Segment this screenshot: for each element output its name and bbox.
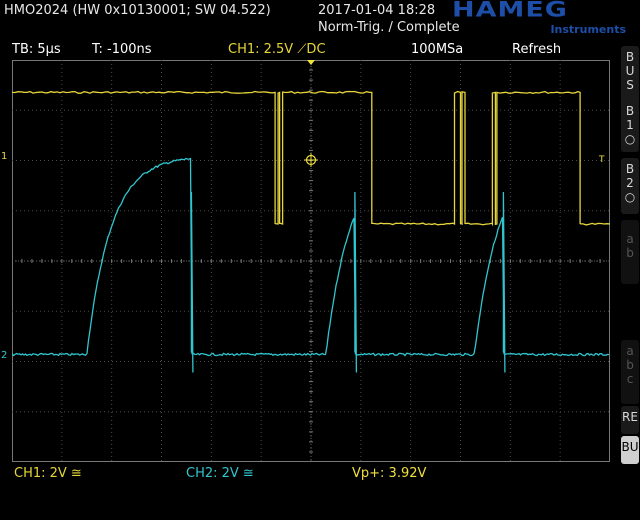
acquire-mode-readout[interactable]: Refresh [512, 42, 561, 57]
softkey-bus[interactable]: B U S [621, 46, 639, 106]
ch2-ground-marker[interactable]: 2 [1, 350, 7, 361]
timebase-readout[interactable]: TB: 5µs [12, 42, 61, 57]
measurement-readout[interactable]: Vp+: 3.92V [352, 466, 426, 481]
device-info: HMO2024 (HW 0x10130001; SW 04.522) [4, 3, 271, 18]
scope-screen[interactable] [11, 59, 611, 462]
info-bar: TB: 5µs T: -100ns CH1: 2.5V ⟋DC 100MSa R… [0, 41, 616, 59]
trigger-position-readout[interactable]: T: -100ns [92, 42, 152, 57]
softkey-b1[interactable]: B 1 ○ [621, 100, 639, 152]
softkey-b2-label: B 2 ○ [624, 162, 636, 204]
softkey-b2[interactable]: B 2 ○ [621, 158, 639, 214]
softkey-ab[interactable]: a b [621, 220, 639, 284]
ch2-scale-readout[interactable]: CH2: 2V ≅ [186, 466, 254, 481]
softkey-re-label: RE [622, 410, 638, 424]
softkey-panel: B U S B 1 ○ B 2 ○ a b a b c RE BU [618, 40, 640, 520]
ch1-ground-marker[interactable]: 1 [1, 151, 7, 162]
softkey-b1-label: B 1 ○ [624, 104, 636, 146]
logo-sub: Instruments [550, 23, 626, 36]
trigger-time-marker-icon [307, 60, 315, 65]
softkey-abc-label: a b c [626, 344, 634, 386]
softkey-bu-label: BU [621, 440, 639, 454]
ch1-setting-readout[interactable]: CH1: 2.5V ⟋DC [228, 42, 326, 57]
softkey-abc[interactable]: a b c [621, 340, 639, 404]
softkey-ab-label: a b [626, 232, 634, 260]
logo-wordmark: HAMEG [452, 0, 568, 23]
ch1-scale-readout[interactable]: CH1: 2V ≅ [14, 466, 82, 481]
softkey-bus-label: B U S [625, 50, 635, 92]
datetime: 2017-01-04 18:28 [318, 3, 436, 18]
trigger-status: Norm-Trig. / Complete [318, 20, 460, 35]
softkey-bu[interactable]: BU [621, 436, 639, 464]
sample-rate-readout: 100MSa [411, 42, 464, 57]
softkey-re[interactable]: RE [621, 406, 639, 434]
hameg-logo: HAMEG Instruments [452, 0, 628, 37]
waveform-display [11, 59, 611, 462]
trigger-point-icon [304, 153, 318, 167]
trigger-level-marker[interactable]: T [599, 155, 605, 165]
